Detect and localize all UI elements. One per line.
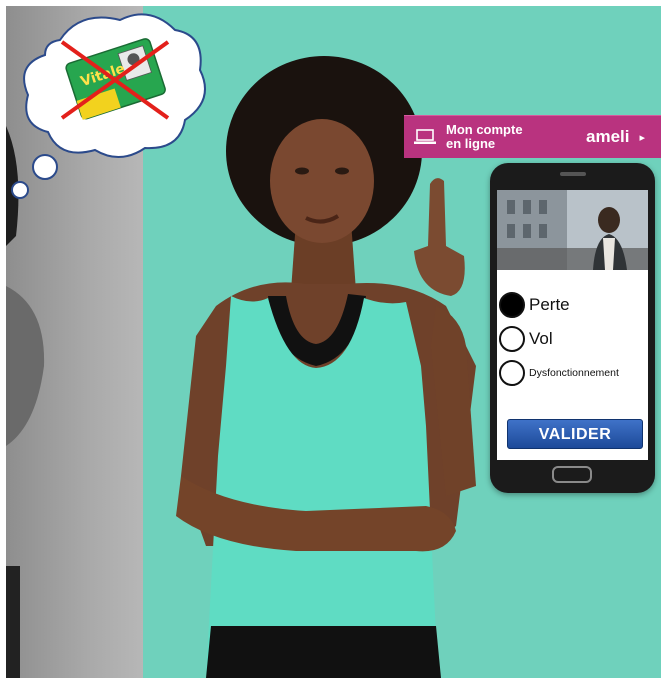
gray-figure-body — [6, 566, 20, 678]
laptop-icon — [414, 129, 436, 144]
phone-speaker — [560, 172, 586, 176]
smartphone: Perte Vol Dysfonctionnement VALIDER — [490, 163, 655, 493]
face — [270, 119, 374, 243]
radio-selected[interactable] — [499, 292, 525, 318]
leggings — [206, 626, 441, 678]
account-label: Mon compte en ligne — [446, 123, 556, 151]
scene: Vitale Mon compte en ligne ameli ▸ Perte… — [0, 0, 667, 684]
radio-unselected[interactable] — [499, 360, 525, 386]
phone-screen: Perte Vol Dysfonctionnement VALIDER — [497, 190, 648, 460]
raised-hand — [414, 178, 465, 296]
option-label: Perte — [529, 295, 570, 314]
validate-button[interactable]: VALIDER — [507, 419, 643, 449]
gray-figure-arm — [6, 286, 45, 446]
screen-header-photo — [497, 190, 648, 270]
option-label: Vol — [529, 329, 553, 348]
ameli-account-banner[interactable]: Mon compte en ligne ameli ▸ — [404, 115, 661, 158]
option-perte[interactable]: Perte — [499, 292, 570, 318]
option-vol[interactable]: Vol — [499, 326, 553, 352]
gray-figure-hair — [6, 126, 19, 246]
home-button[interactable] — [552, 466, 592, 483]
option-label: Dysfonctionnement — [529, 367, 619, 379]
option-dysfonctionnement[interactable]: Dysfonctionnement — [499, 360, 619, 386]
radio-unselected[interactable] — [499, 326, 525, 352]
account-label-line1: Mon compte — [446, 122, 523, 137]
account-label-line2: en ligne — [446, 136, 496, 151]
brand-label: ameli — [586, 127, 630, 146]
arrow-right-icon: ▸ — [639, 131, 646, 144]
